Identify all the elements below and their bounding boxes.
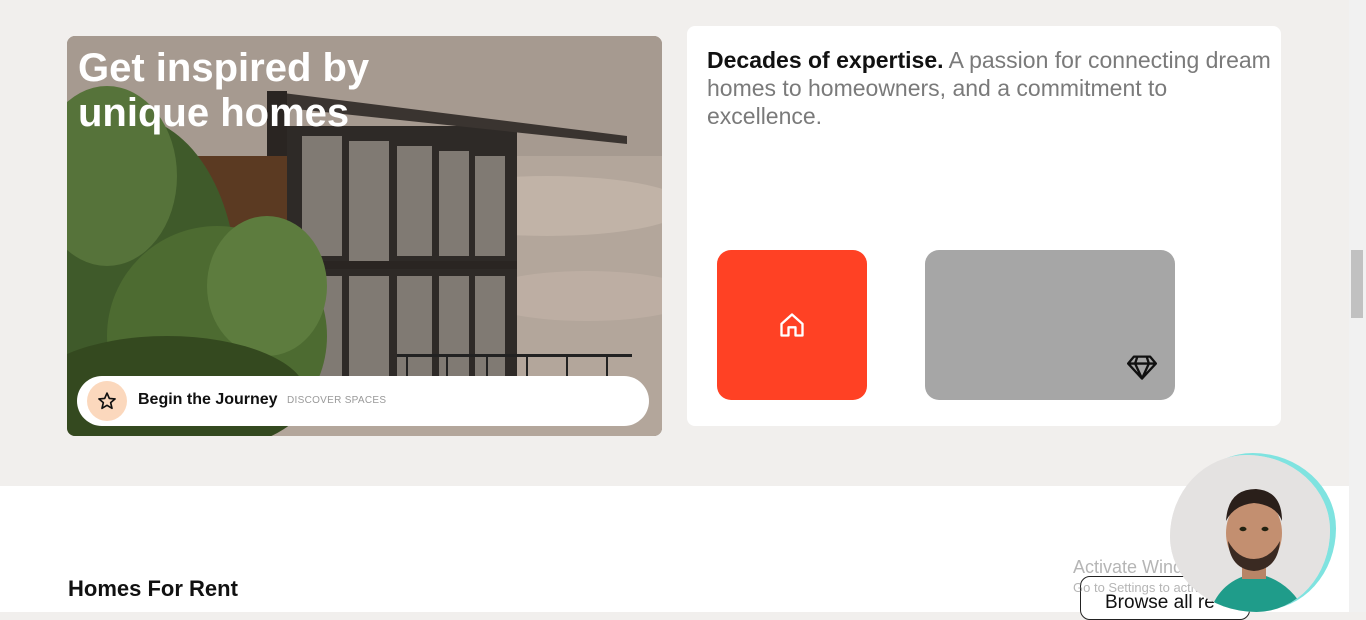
expertise-headline: Decades of expertise. [707, 47, 944, 73]
home-tile[interactable] [717, 250, 867, 400]
begin-journey-button[interactable]: Begin the Journey DISCOVER SPACES [77, 376, 649, 426]
diamond-tile[interactable] [925, 250, 1175, 400]
webcam-overlay [1170, 455, 1330, 612]
person-image [1170, 455, 1330, 612]
diamond-icon [1127, 355, 1157, 380]
begin-journey-label: Begin the Journey [138, 391, 278, 408]
hero-title: Get inspired by unique homes [78, 46, 370, 135]
expertise-text: Decades of expertise. A passion for conn… [707, 46, 1272, 130]
home-icon [780, 313, 804, 337]
section-title: Homes For Rent [68, 576, 238, 601]
scrollbar-thumb[interactable] [1351, 250, 1363, 318]
expertise-card: Decades of expertise. A passion for conn… [687, 26, 1281, 426]
homes-for-rent-section: Homes For Rent Browse all re [0, 486, 1349, 620]
star-icon [87, 381, 127, 421]
page-scrollbar[interactable] [1349, 0, 1366, 612]
hero-card: Get inspired by unique homes Begin the J… [67, 36, 662, 436]
discover-spaces-label: DISCOVER SPACES [287, 395, 387, 406]
